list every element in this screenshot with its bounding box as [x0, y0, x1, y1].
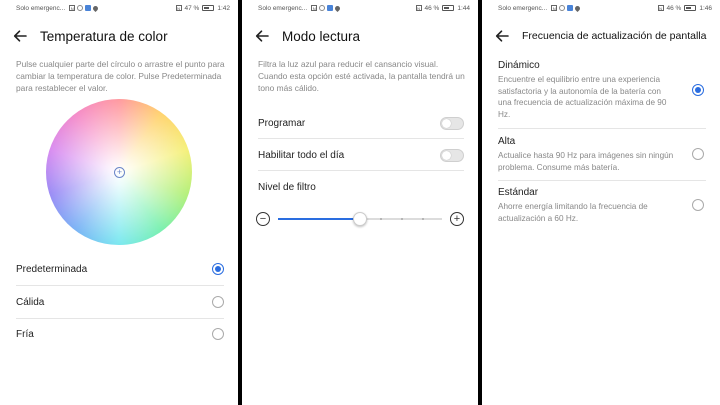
wifi-icon: [77, 5, 84, 11]
app-notification-icon: [85, 5, 92, 11]
battery-icon: [684, 5, 697, 11]
location-icon: [92, 4, 100, 12]
page-title: Modo lectura: [282, 28, 361, 44]
screen-color-temperature: Solo emergenc... N N 47 % 1:42 Temperatu…: [0, 0, 238, 405]
nfc-icon: N: [69, 5, 76, 11]
plus-icon[interactable]: +: [450, 212, 464, 226]
option-name: Alta: [498, 136, 516, 147]
option-label: Cálida: [16, 296, 45, 308]
nfc-icon: N: [311, 5, 318, 11]
option-cold[interactable]: Fría: [16, 327, 224, 341]
page-title: Frecuencia de actualización de pantalla: [522, 30, 707, 42]
status-bar: Solo emergenc... N N 47 % 1:42: [0, 0, 238, 16]
screen-reading-mode: Solo emergenc... N N 46 % 1:44 Modo lect…: [242, 0, 478, 405]
clock: 1:46: [699, 4, 712, 12]
divider: [16, 285, 224, 286]
divider: [258, 138, 464, 139]
color-picker-handle[interactable]: +: [114, 167, 125, 178]
back-arrow-icon: [13, 30, 27, 42]
page-description: Filtra la luz azul para reducir el cansa…: [258, 59, 465, 93]
screenshot-collage: Solo emergenc... N N 47 % 1:42 Temperatu…: [0, 0, 720, 405]
battery-percent: 46 %: [424, 4, 440, 12]
nfc-icon: N: [551, 5, 558, 11]
app-bar: Modo lectura: [242, 22, 478, 50]
option-standard[interactable]: Estándar Ahorre energía limitando la fre…: [498, 187, 706, 224]
divider: [498, 180, 706, 181]
battery-icon: [442, 5, 455, 11]
screen-refresh-rate: Solo emergenc... N N 46 % 1:46 Frecuenci…: [482, 0, 720, 405]
wifi-icon: [319, 5, 326, 11]
slider-thumb[interactable]: [353, 212, 367, 226]
option-label: Predeterminada: [16, 263, 88, 275]
option-high[interactable]: Alta Actualice hasta 90 Hz para imágenes…: [498, 136, 706, 173]
divider: [498, 128, 706, 129]
back-button[interactable]: [482, 30, 522, 42]
option-description: Ahorre energía limitando la frecuencia d…: [498, 202, 648, 223]
filter-slider[interactable]: [278, 212, 442, 226]
app-notification-icon: [567, 5, 574, 11]
option-name: Estándar: [498, 187, 539, 198]
radio-unselected[interactable]: [212, 328, 224, 340]
location-icon: [334, 4, 342, 12]
divider: [16, 318, 224, 319]
status-bar: Solo emergenc... N N 46 % 1:44: [242, 0, 478, 16]
nfc-status-icon: N: [415, 5, 422, 11]
carrier-text: Solo emergenc...: [258, 4, 308, 12]
radio-selected[interactable]: [692, 84, 704, 96]
filter-slider-row: − +: [256, 210, 464, 228]
schedule-toggle[interactable]: [440, 116, 464, 130]
all-day-toggle[interactable]: [440, 148, 464, 162]
radio-unselected[interactable]: [692, 199, 704, 211]
app-bar: Frecuencia de actualización de pantalla: [482, 22, 720, 50]
app-notification-icon: [327, 5, 334, 11]
clock: 1:44: [457, 4, 470, 12]
carrier-text: Solo emergenc...: [16, 4, 66, 12]
divider: [258, 170, 464, 171]
battery-percent: 46 %: [666, 4, 682, 12]
nfc-status-icon: N: [175, 5, 182, 11]
back-arrow-icon: [495, 30, 509, 42]
all-day-row[interactable]: Habilitar todo el día: [258, 148, 464, 162]
minus-icon[interactable]: −: [256, 212, 270, 226]
nfc-status-icon: N: [657, 5, 664, 11]
filter-level-label: Nivel de filtro: [258, 181, 316, 193]
radio-unselected[interactable]: [212, 296, 224, 308]
filter-level-row: Nivel de filtro: [258, 180, 464, 194]
option-default[interactable]: Predeterminada: [16, 262, 224, 276]
schedule-label: Programar: [258, 117, 306, 129]
clock: 1:42: [217, 4, 230, 12]
option-warm[interactable]: Cálida: [16, 295, 224, 309]
back-button[interactable]: [0, 30, 40, 42]
app-bar: Temperatura de color: [0, 22, 238, 50]
option-label: Fría: [16, 328, 34, 340]
option-description: Encuentre el equilibrio entre una experi…: [498, 75, 667, 119]
battery-icon: [202, 5, 215, 11]
page-title: Temperatura de color: [40, 28, 168, 44]
battery-percent: 47 %: [184, 4, 200, 12]
option-name: Dinámico: [498, 60, 540, 71]
slider-fill: [278, 218, 360, 220]
all-day-label: Habilitar todo el día: [258, 149, 345, 161]
status-bar: Solo emergenc... N N 46 % 1:46: [482, 0, 720, 16]
option-dynamic[interactable]: Dinámico Encuentre el equilibrio entre u…: [498, 60, 706, 120]
page-description: Pulse cualquier parte del círculo o arra…: [16, 59, 225, 93]
schedule-row[interactable]: Programar: [258, 116, 464, 130]
radio-unselected[interactable]: [692, 148, 704, 160]
back-button[interactable]: [242, 30, 282, 42]
wifi-icon: [559, 5, 566, 11]
back-arrow-icon: [255, 30, 269, 42]
option-description: Actualice hasta 90 Hz para imágenes sin …: [498, 151, 674, 172]
radio-selected[interactable]: [212, 263, 224, 275]
carrier-text: Solo emergenc...: [498, 4, 548, 12]
location-icon: [574, 4, 582, 12]
